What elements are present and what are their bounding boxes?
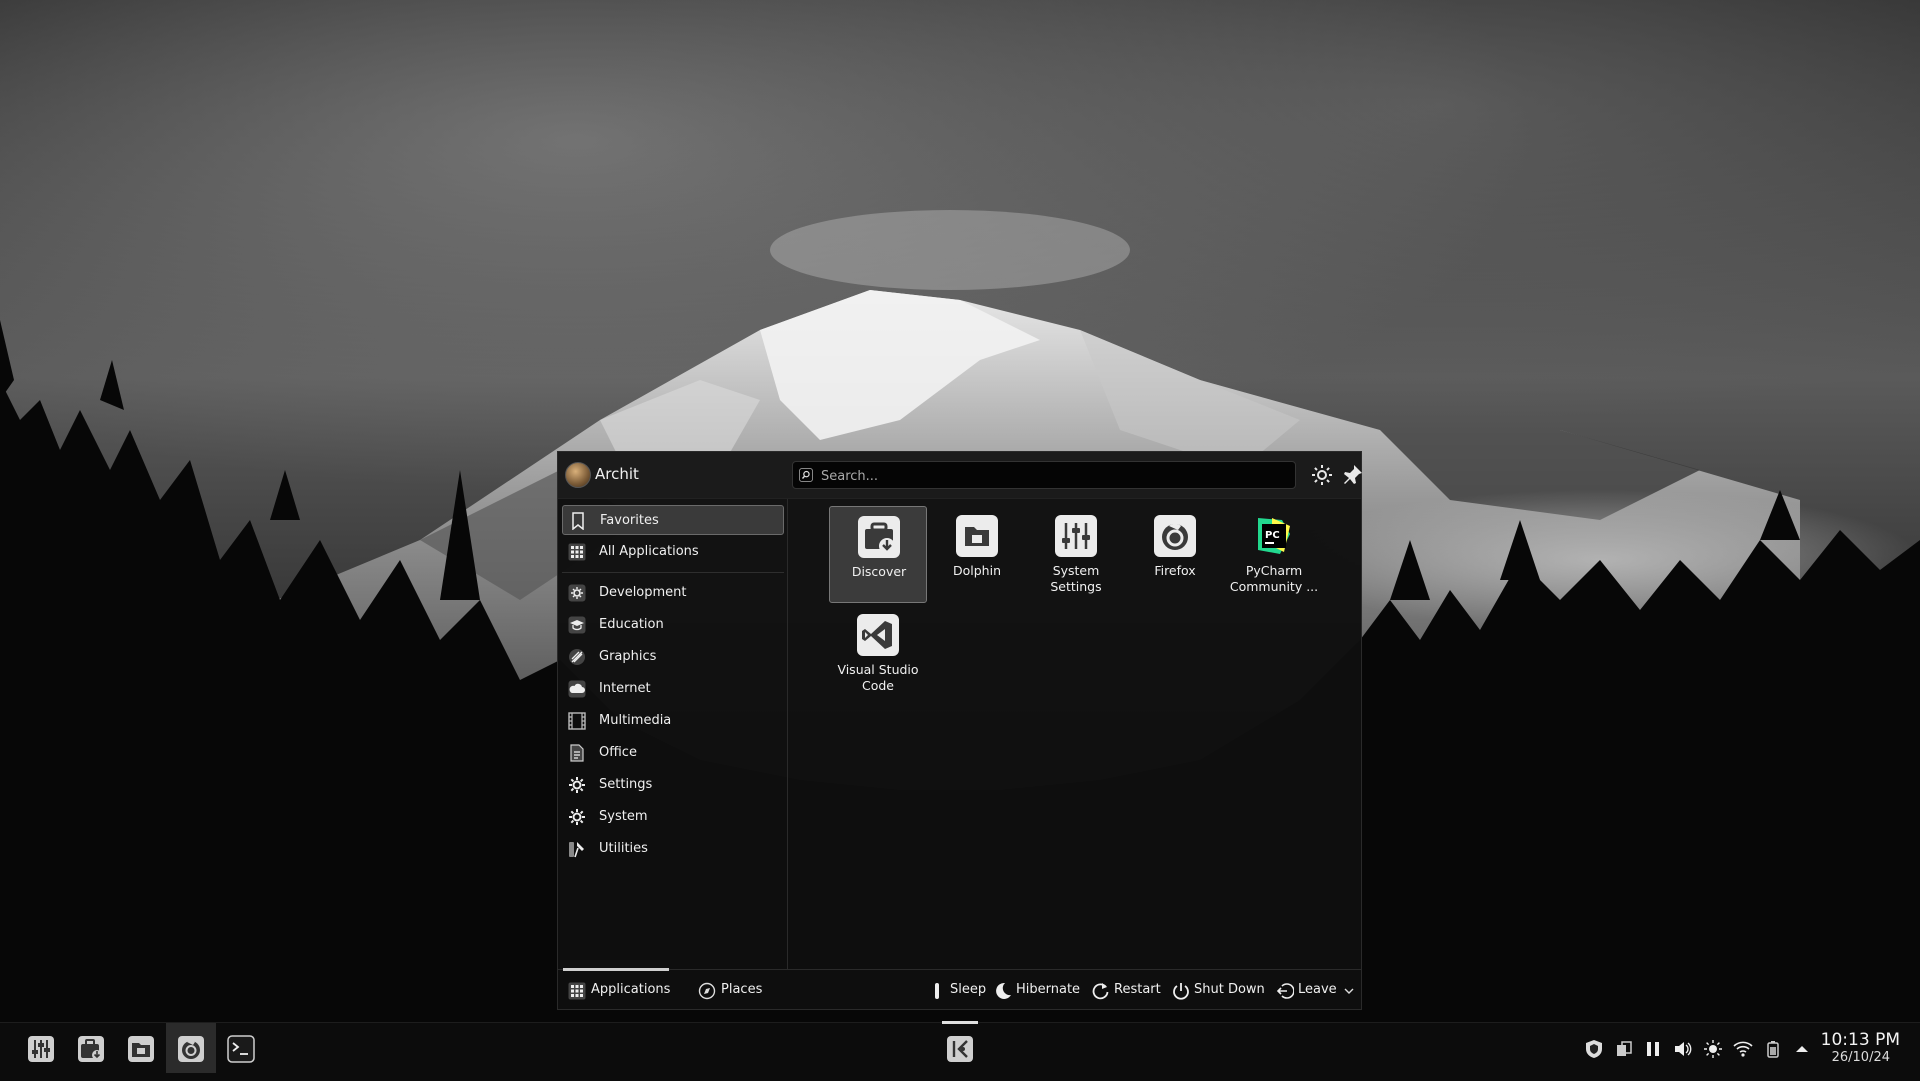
grid-icon: [568, 543, 586, 561]
kde-logo-icon: [947, 1036, 973, 1062]
application-launcher: Archit Favorites: [557, 451, 1362, 1010]
svg-text:PC: PC: [1265, 530, 1280, 541]
chevron-up-icon[interactable]: [1792, 1039, 1812, 1059]
user-avatar[interactable]: [565, 462, 591, 488]
compass-icon: [698, 982, 716, 1000]
sleep-button[interactable]: Sleep: [928, 970, 988, 1010]
gear-icon: [569, 777, 585, 793]
system-settings-icon: [1055, 515, 1097, 557]
category-office[interactable]: Office: [562, 738, 784, 768]
search-icon: [799, 468, 813, 482]
app-dolphin[interactable]: Dolphin: [928, 506, 1026, 603]
sleep-icon: [935, 983, 939, 999]
tab-places[interactable]: Places: [693, 970, 773, 1010]
dolphin-folder-icon: [128, 1036, 154, 1062]
cloud-icon: [568, 680, 586, 698]
bookmark-icon: [572, 512, 584, 530]
firefox-icon: [178, 1036, 204, 1062]
document-icon: [570, 744, 584, 762]
development-icon: [568, 584, 586, 602]
gear-icon: [569, 809, 585, 825]
shutdown-button[interactable]: Shut Down: [1172, 970, 1265, 1010]
clipboard-icon[interactable]: [1614, 1039, 1634, 1059]
category-system[interactable]: System: [562, 802, 784, 832]
volume-icon[interactable]: [1673, 1039, 1693, 1059]
app-system-settings[interactable]: System Settings: [1027, 506, 1125, 603]
category-settings[interactable]: Settings: [562, 770, 784, 800]
restart-button[interactable]: Restart: [1092, 970, 1162, 1010]
taskbar: 10:13 PM 26/10/24: [0, 1021, 1920, 1081]
taskbar-terminal[interactable]: [216, 1023, 266, 1073]
chevron-down-icon[interactable]: [1344, 987, 1354, 995]
category-education[interactable]: Education: [562, 610, 784, 640]
gear-icon[interactable]: [1310, 463, 1334, 487]
category-internet[interactable]: Internet: [562, 674, 784, 704]
restart-icon: [1092, 983, 1109, 1000]
application-launcher-button[interactable]: [935, 1021, 985, 1073]
user-name: Archit: [595, 465, 639, 483]
taskbar-system-settings[interactable]: [16, 1023, 66, 1073]
search-input[interactable]: [819, 465, 1293, 487]
terminal-icon: [227, 1035, 255, 1063]
discover-icon: [858, 516, 900, 558]
moon-icon: [996, 982, 1011, 999]
battery-icon[interactable]: [1763, 1039, 1783, 1059]
brightness-icon[interactable]: [1703, 1039, 1723, 1059]
graphics-icon: [569, 649, 585, 665]
pause-icon[interactable]: [1643, 1039, 1663, 1059]
leave-icon: [1276, 983, 1294, 999]
category-multimedia[interactable]: Multimedia: [562, 706, 784, 736]
clock-time: 10:13 PM: [1820, 1030, 1900, 1050]
pin-icon[interactable]: [1340, 463, 1364, 487]
firefox-icon: [1154, 515, 1196, 557]
taskbar-firefox[interactable]: [166, 1023, 216, 1073]
system-settings-icon: [28, 1036, 54, 1062]
app-pycharm[interactable]: PC PyCharm Community ...: [1225, 506, 1323, 603]
category-utilities[interactable]: Utilities: [562, 834, 784, 864]
education-icon: [568, 616, 586, 634]
category-sidebar: Favorites All Applications Development E…: [558, 499, 788, 969]
power-icon: [1173, 983, 1189, 1000]
vscode-icon: [857, 614, 899, 656]
launcher-footer: Applications Places Sleep Hibernate Rest…: [558, 968, 1361, 1010]
category-favorites[interactable]: Favorites: [562, 505, 784, 535]
clock-date: 26/10/24: [1831, 1050, 1890, 1065]
tools-icon: [569, 842, 584, 858]
shield-icon[interactable]: [1584, 1039, 1604, 1059]
category-development[interactable]: Development: [562, 578, 784, 608]
dolphin-folder-icon: [956, 515, 998, 557]
tab-applications[interactable]: Applications: [563, 968, 670, 1010]
search-field[interactable]: [792, 461, 1296, 489]
taskbar-dolphin[interactable]: [116, 1023, 166, 1073]
launcher-header: Archit: [558, 452, 1364, 499]
wifi-icon[interactable]: [1733, 1039, 1753, 1059]
film-icon: [568, 712, 586, 730]
pycharm-icon: PC: [1258, 518, 1290, 554]
sidebar-separator: [562, 572, 784, 573]
app-visual-studio-code[interactable]: Visual Studio Code: [829, 605, 927, 702]
app-discover[interactable]: Discover: [829, 506, 927, 603]
grid-icon: [568, 982, 586, 1000]
taskbar-discover[interactable]: [66, 1023, 116, 1073]
category-all-applications[interactable]: All Applications: [562, 537, 784, 567]
app-firefox[interactable]: Firefox: [1126, 506, 1224, 603]
category-graphics[interactable]: Graphics: [562, 642, 784, 672]
leave-button[interactable]: Leave: [1276, 970, 1356, 1010]
launcher-active-indicator: [942, 1021, 978, 1024]
discover-icon: [78, 1036, 104, 1062]
hibernate-button[interactable]: Hibernate: [994, 970, 1080, 1010]
